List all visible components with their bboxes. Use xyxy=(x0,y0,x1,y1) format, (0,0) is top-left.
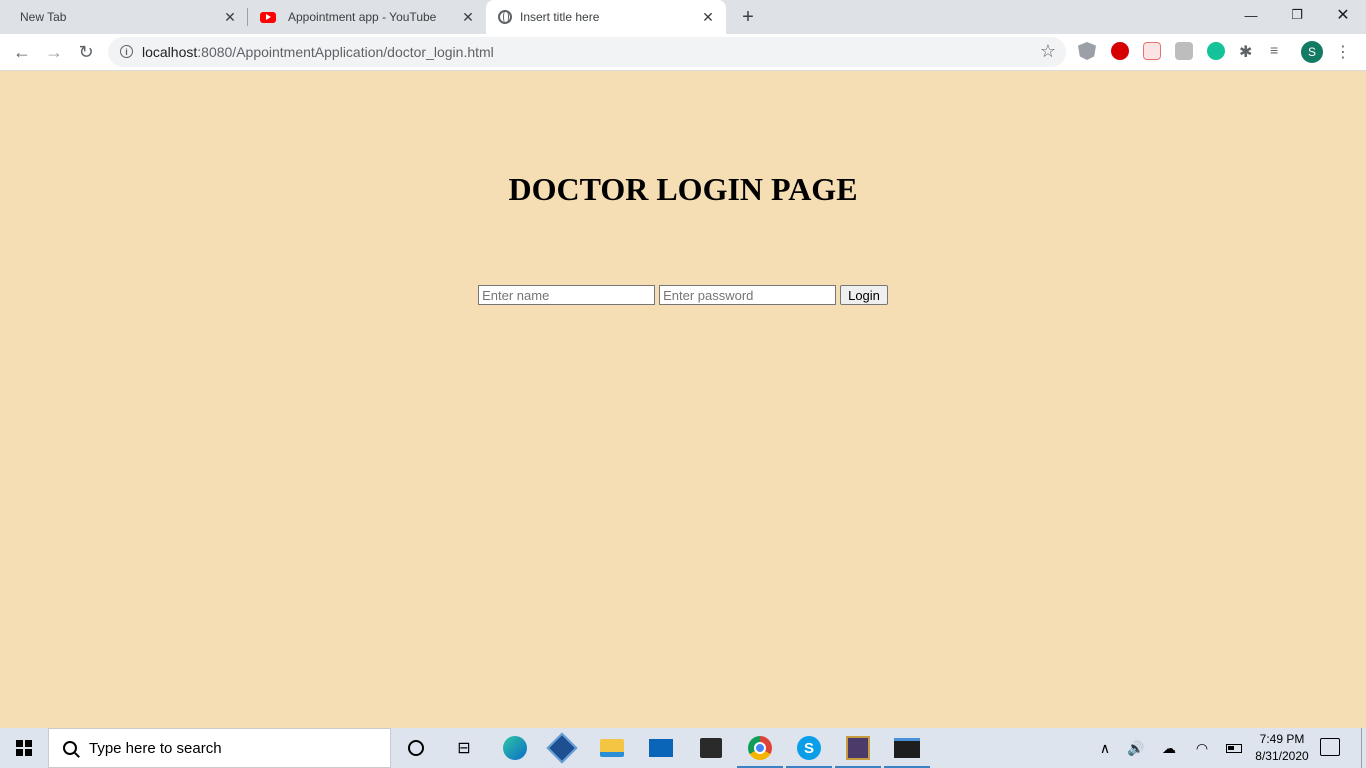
skype-icon[interactable]: S xyxy=(786,734,832,768)
shield-extension-icon[interactable] xyxy=(1078,42,1096,60)
start-button[interactable] xyxy=(0,728,48,768)
tab-title: New Tab xyxy=(20,10,67,24)
login-form: Login xyxy=(0,285,1366,305)
page-heading: DOCTOR LOGIN PAGE xyxy=(508,171,858,207)
tab-close-icon[interactable]: ✕ xyxy=(700,9,716,25)
show-desktop-button[interactable] xyxy=(1361,728,1366,768)
forward-button[interactable]: → xyxy=(40,38,68,66)
tab-title: Appointment app - YouTube xyxy=(288,10,437,24)
adblock-extension-icon[interactable] xyxy=(1111,42,1129,60)
youtube-icon xyxy=(260,11,276,23)
media-control-icon[interactable]: ≡ xyxy=(1270,42,1288,60)
back-button[interactable]: ← xyxy=(8,38,36,66)
taskbar-search-placeholder: Type here to search xyxy=(89,739,222,757)
minimize-button[interactable]: — xyxy=(1228,0,1274,30)
bookmark-star-icon[interactable]: ☆ xyxy=(1040,41,1056,62)
login-button[interactable]: Login xyxy=(840,285,888,305)
search-icon xyxy=(60,738,80,758)
url-text[interactable]: localhost:8080/AppointmentApplication/do… xyxy=(142,44,494,60)
puzzle-extensions-icon[interactable]: ✱ xyxy=(1239,42,1257,61)
url-path: :8080/AppointmentApplication/doctor_logi… xyxy=(197,44,494,60)
profile-avatar[interactable]: S xyxy=(1301,41,1323,63)
mail-icon[interactable] xyxy=(647,734,675,762)
password-input[interactable] xyxy=(659,285,837,305)
edge-icon[interactable] xyxy=(501,734,529,762)
address-bar[interactable]: i localhost:8080/AppointmentApplication/… xyxy=(108,37,1066,67)
wifi-icon[interactable]: ◠ xyxy=(1190,728,1214,768)
tab-insert-title[interactable]: Insert title here ✕ xyxy=(486,0,726,34)
grammarly-extension-icon[interactable] xyxy=(1207,42,1225,60)
menu-dots-icon[interactable]: ⋮ xyxy=(1335,42,1351,62)
windows-taskbar: Type here to search ⊟ S ∧ 🔊 ☁ ◠ 7:49 PM … xyxy=(0,728,1366,768)
pdf-extension-icon[interactable] xyxy=(1143,42,1161,60)
restore-button[interactable]: ❐ xyxy=(1274,0,1320,30)
page-content: DOCTOR LOGIN PAGE Login xyxy=(0,71,1366,728)
close-window-button[interactable]: ✕ xyxy=(1320,0,1366,30)
tab-close-icon[interactable]: ✕ xyxy=(222,9,238,25)
file-explorer-icon[interactable] xyxy=(598,734,626,762)
task-view-icon[interactable]: ⊟ xyxy=(450,734,478,762)
clock-time: 7:49 PM xyxy=(1259,732,1305,746)
onedrive-icon[interactable]: ☁ xyxy=(1157,728,1181,768)
browser-toolbar: ← → ↻ i localhost:8080/AppointmentApplic… xyxy=(0,34,1366,71)
url-host: localhost xyxy=(142,44,198,60)
skype-letter: S xyxy=(797,736,821,760)
notification-icon[interactable] xyxy=(1320,738,1340,756)
reload-button[interactable]: ↻ xyxy=(72,38,100,66)
name-input[interactable] xyxy=(478,285,656,305)
xampp-icon[interactable] xyxy=(835,734,881,768)
chrome-icon[interactable] xyxy=(737,734,783,768)
windows-logo-icon xyxy=(16,740,32,756)
virtualbox-icon[interactable] xyxy=(546,732,578,764)
cortana-icon[interactable] xyxy=(402,734,430,762)
tray-chevron-icon[interactable]: ∧ xyxy=(1094,728,1116,768)
store-icon[interactable] xyxy=(697,734,725,762)
battery-icon[interactable] xyxy=(1222,728,1246,768)
new-tab-button[interactable]: + xyxy=(736,5,760,29)
site-info-icon[interactable]: i xyxy=(120,45,133,58)
tab-youtube[interactable]: Appointment app - YouTube ✕ xyxy=(248,0,486,34)
taskbar-search[interactable]: Type here to search xyxy=(48,728,391,768)
browser-tab-strip: New Tab ✕ Appointment app - YouTube ✕ In… xyxy=(0,0,1366,34)
globe-icon xyxy=(498,10,512,24)
mysql-workbench-icon[interactable] xyxy=(884,734,930,768)
tab-new-tab[interactable]: New Tab ✕ xyxy=(8,0,248,34)
clock-date: 8/31/2020 xyxy=(1255,749,1309,763)
tab-title: Insert title here xyxy=(520,10,600,24)
reader-extension-icon[interactable] xyxy=(1175,42,1193,60)
taskbar-clock[interactable]: 7:49 PM 8/31/2020 xyxy=(1252,731,1312,765)
volume-icon[interactable]: 🔊 xyxy=(1124,728,1148,768)
tab-close-icon[interactable]: ✕ xyxy=(460,9,476,25)
